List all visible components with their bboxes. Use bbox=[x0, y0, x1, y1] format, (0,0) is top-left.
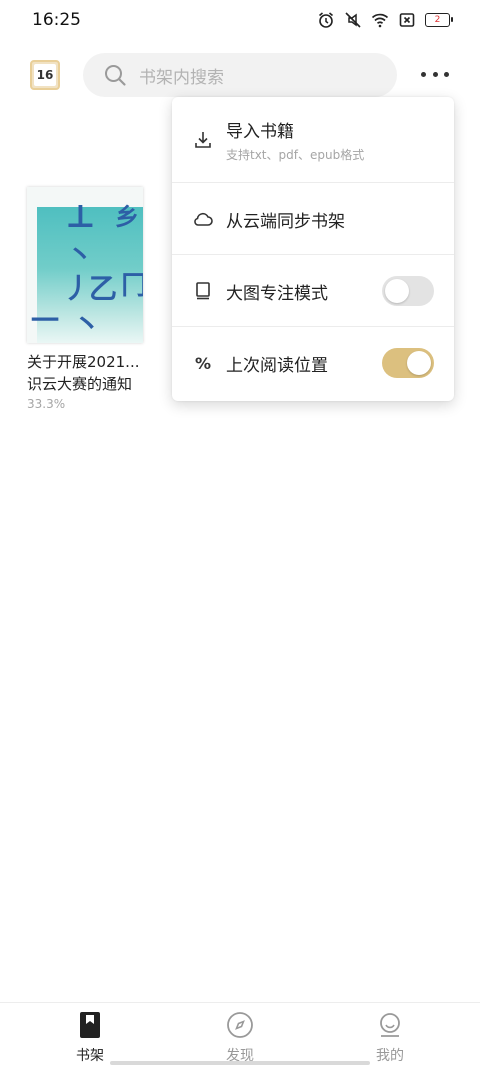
toggle-knob bbox=[385, 279, 409, 303]
focus-mode-toggle[interactable] bbox=[382, 276, 434, 306]
status-icons: 2 bbox=[317, 11, 453, 29]
status-time: 16:25 bbox=[32, 10, 81, 30]
menu-label-focus-mode: 大图专注模式 bbox=[226, 283, 328, 304]
compass-icon bbox=[226, 1011, 254, 1039]
book-progress: 33.3% bbox=[27, 397, 66, 411]
book-cover[interactable]: 乡 ⊥ ⼂ ⼌ ⼃ ⼄ ⼀ ⼂ bbox=[27, 187, 143, 343]
menu-item-focus-mode[interactable]: 大图专注模式 bbox=[172, 255, 454, 327]
toggle-knob bbox=[407, 351, 431, 375]
menu-item-cloud-sync[interactable]: 从云端同步书架 bbox=[172, 183, 454, 255]
cover-decoration: 乡 bbox=[115, 202, 139, 231]
bottom-nav: 书架 发现 我的 bbox=[0, 1002, 480, 1066]
more-options-menu: 导入书籍 支持txt、pdf、epub格式 从云端同步书架 大图专注模式 % 上… bbox=[172, 97, 454, 401]
nav-item-profile[interactable]: 我的 bbox=[360, 1011, 420, 1065]
calendar-button[interactable]: 16 bbox=[28, 58, 62, 92]
menu-sub-import: 支持txt、pdf、epub格式 bbox=[226, 148, 365, 162]
mute-icon bbox=[345, 12, 361, 28]
menu-label-cloud-sync: 从云端同步书架 bbox=[226, 211, 345, 232]
sim-off-icon bbox=[399, 13, 415, 27]
nav-item-discover[interactable]: 发现 bbox=[210, 1011, 270, 1065]
download-icon bbox=[192, 129, 214, 151]
profile-icon bbox=[376, 1011, 404, 1039]
bookshelf-icon bbox=[76, 1011, 104, 1039]
book-icon bbox=[192, 280, 214, 302]
cloud-icon bbox=[192, 208, 214, 230]
nav-label-profile: 我的 bbox=[376, 1048, 404, 1064]
menu-label-import: 导入书籍 bbox=[226, 122, 294, 142]
status-bar: 16:25 2 bbox=[0, 0, 480, 40]
percent-glyph: % bbox=[194, 353, 212, 373]
menu-item-import-books[interactable]: 导入书籍 支持txt、pdf、epub格式 bbox=[172, 97, 454, 183]
battery-level: 2 bbox=[434, 14, 441, 25]
home-indicator[interactable] bbox=[110, 1061, 370, 1065]
nav-item-bookshelf[interactable]: 书架 bbox=[60, 1011, 120, 1065]
book-title-line1: 关于开展2021... bbox=[27, 353, 140, 371]
menu-label-last-position: 上次阅读位置 bbox=[226, 355, 328, 376]
nav-label-bookshelf: 书架 bbox=[76, 1048, 104, 1064]
menu-item-last-position[interactable]: % 上次阅读位置 bbox=[172, 327, 454, 399]
book-item[interactable]: 乡 ⊥ ⼂ ⼌ ⼃ ⼄ ⼀ ⼂ 关于开展2021... 识云大赛的通知 33.3… bbox=[27, 187, 145, 411]
alarm-icon bbox=[318, 12, 334, 28]
percent-icon: % bbox=[192, 352, 214, 374]
search-placeholder: 书架内搜索 bbox=[139, 67, 224, 88]
book-title: 关于开展2021... 识云大赛的通知 bbox=[27, 351, 157, 395]
last-position-toggle[interactable] bbox=[382, 348, 434, 378]
search-icon bbox=[105, 65, 126, 86]
book-title-line2: 识云大赛的通知 bbox=[27, 375, 133, 393]
more-dots-icon bbox=[421, 71, 426, 77]
wifi-icon bbox=[371, 13, 389, 28]
calendar-day: 16 bbox=[34, 64, 56, 86]
more-options-button[interactable] bbox=[418, 64, 452, 84]
battery-icon: 2 bbox=[425, 13, 453, 27]
search-bar[interactable]: 书架内搜索 bbox=[83, 53, 397, 97]
